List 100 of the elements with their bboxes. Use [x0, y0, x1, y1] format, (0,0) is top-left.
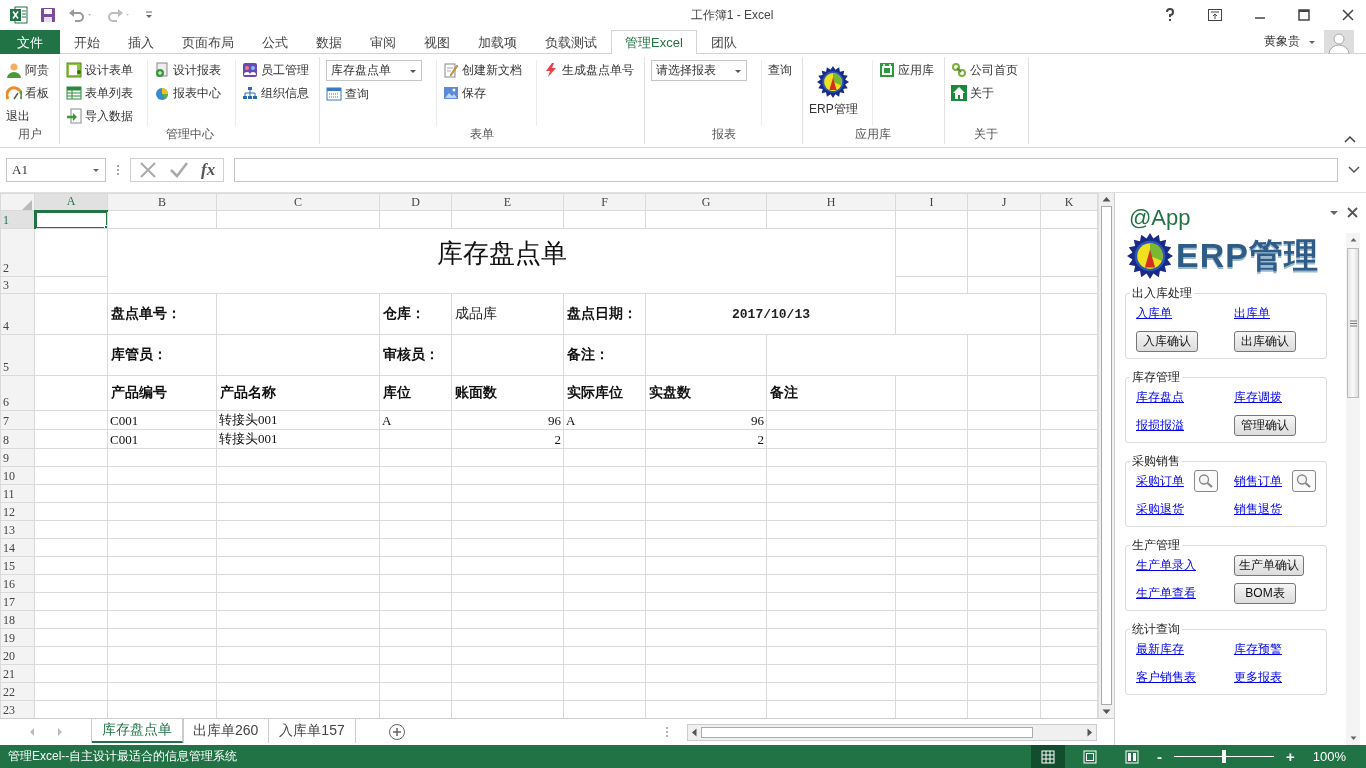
link[interactable]: 生产单查看 [1136, 584, 1196, 602]
button[interactable]: 生产单确认 [1234, 554, 1304, 576]
sheet-tab[interactable]: 出库单260 [183, 719, 270, 743]
undo-icon[interactable] [68, 7, 94, 23]
column-header[interactable]: F [563, 193, 646, 211]
scroll-thumb[interactable] [701, 726, 1033, 738]
ribbon-tab[interactable]: 团队 [696, 30, 751, 54]
link[interactable]: 销售订单 [1234, 472, 1282, 490]
vertical-scrollbar[interactable] [1098, 193, 1114, 718]
link[interactable]: 更多报表 [1234, 668, 1282, 686]
button[interactable]: 入库确认 [1136, 330, 1198, 352]
link[interactable]: 采购订单 [1136, 472, 1184, 490]
scroll-thumb[interactable] [1347, 248, 1359, 398]
ribbon-button[interactable]: 报表中心 [154, 83, 221, 103]
link[interactable]: 生产单录入 [1136, 556, 1196, 574]
button[interactable]: 管理确认 [1234, 414, 1296, 436]
ribbon-tab[interactable]: 开始 [60, 30, 114, 54]
maximize-icon[interactable] [1298, 9, 1310, 21]
ribbon-tab[interactable]: 页面布局 [168, 30, 248, 54]
zoom-out-button[interactable]: - [1157, 748, 1162, 765]
link[interactable]: 出库单 [1234, 304, 1270, 322]
row-header[interactable]: 6 [0, 375, 35, 411]
ribbon-button[interactable]: 退出 [6, 106, 49, 126]
ribbon-display-icon[interactable] [1208, 9, 1222, 21]
collapse-ribbon-icon[interactable] [1344, 135, 1356, 143]
sheet-tab[interactable]: 入库单157 [269, 719, 356, 743]
column-header[interactable]: A [34, 193, 108, 211]
ribbon-button[interactable]: 保存 [443, 83, 522, 103]
ribbon-button[interactable]: ERP管理 [809, 60, 858, 118]
add-sheet-icon[interactable] [387, 723, 406, 741]
ribbon-button[interactable]: 阿贵 [6, 60, 49, 80]
grip-icon[interactable] [665, 726, 669, 738]
ribbon-button[interactable]: 查询 [326, 84, 422, 104]
grip-icon[interactable] [116, 164, 120, 176]
zoom-level[interactable]: 100% [1312, 749, 1346, 764]
ribbon-button[interactable]: 关于 [950, 83, 1018, 103]
scroll-thumb[interactable] [1101, 206, 1112, 705]
zoom-in-button[interactable]: + [1286, 748, 1295, 765]
link[interactable]: 入库单 [1136, 304, 1172, 322]
sheet-tab[interactable]: 库存盘点单 [92, 719, 183, 743]
check-icon[interactable] [169, 161, 189, 179]
user-name[interactable]: 黄象贵 [1264, 33, 1300, 50]
column-header[interactable]: C [216, 193, 380, 211]
cell-cursor[interactable] [35, 211, 107, 228]
column-header[interactable]: I [895, 193, 968, 211]
ribbon-tab[interactable]: 加载项 [464, 30, 531, 54]
link[interactable]: 库存预警 [1234, 640, 1282, 658]
link[interactable]: 最新库存 [1136, 640, 1184, 658]
ribbon-tab[interactable]: 视图 [410, 30, 464, 54]
row-header[interactable]: 5 [0, 334, 35, 376]
view-button[interactable] [1031, 745, 1065, 768]
column-header[interactable]: D [379, 193, 452, 211]
horizontal-scrollbar[interactable] [687, 723, 1097, 741]
ribbon-button[interactable]: 设计表单 [66, 60, 133, 80]
ribbon-button[interactable]: 员工管理 [242, 60, 309, 80]
row-header[interactable]: 4 [0, 293, 35, 335]
ribbon-tab[interactable]: 插入 [114, 30, 168, 54]
close-icon[interactable] [1347, 207, 1358, 218]
ribbon-button[interactable]: 应用库 [878, 60, 934, 80]
scroll-down-icon[interactable] [1102, 709, 1111, 715]
ribbon-button[interactable]: 公司首页 [950, 60, 1018, 80]
ribbon-button[interactable]: 组织信息 [242, 83, 309, 103]
link[interactable]: 库存盘点 [1136, 388, 1184, 406]
ribbon-tab[interactable]: 管理Excel [611, 30, 697, 54]
name-box[interactable]: A1 [6, 158, 106, 182]
scroll-right-icon[interactable] [1087, 727, 1093, 737]
search-button[interactable] [1292, 470, 1316, 492]
scroll-left-icon[interactable] [691, 727, 697, 737]
spreadsheet-logo-icon[interactable] [10, 6, 28, 24]
slider-thumb[interactable] [1222, 750, 1226, 763]
help-icon[interactable] [1164, 8, 1176, 22]
scroll-up-icon[interactable] [1102, 196, 1111, 202]
ribbon-button[interactable]: 生成盘点单号 [543, 60, 634, 80]
link[interactable]: 库存调拨 [1234, 388, 1282, 406]
insert-function-button[interactable]: fx [201, 160, 216, 180]
ribbon-tab[interactable]: 审阅 [356, 30, 410, 54]
ribbon-tab[interactable]: 数据 [302, 30, 356, 54]
search-button[interactable] [1194, 470, 1218, 492]
caret-icon[interactable] [1329, 208, 1339, 217]
file-tab[interactable]: 文件 [0, 30, 60, 54]
ribbon-button[interactable]: 看板 [6, 83, 49, 103]
button[interactable]: 出库确认 [1234, 330, 1296, 352]
ribbon-button[interactable]: 查询 [768, 60, 792, 80]
scroll-down-icon[interactable] [1349, 736, 1357, 741]
ribbon-button[interactable]: 导入数据 [66, 106, 133, 126]
column-header[interactable]: H [766, 193, 896, 211]
ribbon-button[interactable]: 表单列表 [66, 83, 133, 103]
link[interactable]: 报损报溢 [1136, 416, 1184, 434]
button[interactable]: BOM表 [1234, 582, 1296, 604]
formula-input[interactable] [234, 158, 1338, 182]
close-icon[interactable] [1342, 9, 1354, 21]
link[interactable]: 采购退货 [1136, 500, 1184, 518]
row-header[interactable]: 2 [0, 228, 35, 277]
column-header[interactable]: K [1040, 193, 1098, 211]
ribbon-tab[interactable]: 公式 [248, 30, 302, 54]
ribbon-button[interactable]: 创建新文档 [443, 60, 522, 80]
ribbon-button[interactable]: 设计报表 [154, 60, 221, 80]
column-header[interactable]: J [967, 193, 1041, 211]
ribbon-tab[interactable]: 负载测试 [531, 30, 611, 54]
column-header[interactable]: B [107, 193, 217, 211]
